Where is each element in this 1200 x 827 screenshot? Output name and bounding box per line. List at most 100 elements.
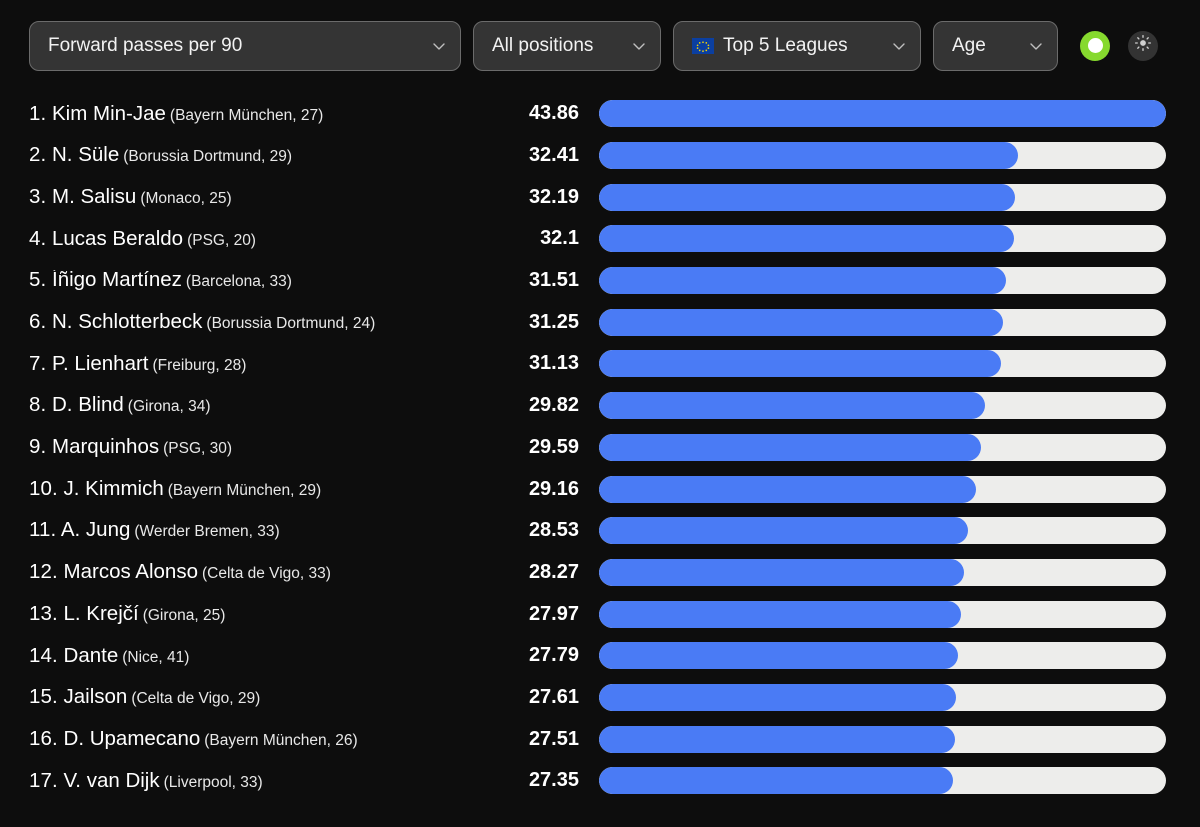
rank-number: 14. <box>29 645 58 667</box>
player-label: 6. N. Schlotterbeck (Borussia Dortmund, 2… <box>29 312 489 333</box>
table-row[interactable]: 15. Jailson (Celta de Vigo, 29) 27.61 <box>29 677 1166 719</box>
bar-track <box>599 100 1166 128</box>
bar-track <box>599 225 1166 253</box>
theme-toggle-button[interactable] <box>1128 30 1158 61</box>
table-row[interactable]: 2. N. Süle (Borussia Dortmund, 29) 32.41 <box>29 135 1166 177</box>
player-label: 3. M. Salisu (Monaco, 25) <box>29 187 489 208</box>
bar-container <box>581 392 1166 420</box>
rank-number: 3. <box>29 186 47 208</box>
bar-container <box>581 350 1166 378</box>
table-row[interactable]: 3. M. Salisu (Monaco, 25) 32.19 <box>29 176 1166 218</box>
rank-number: 12. <box>29 562 58 583</box>
bar-track <box>599 308 1166 336</box>
table-row[interactable]: 6. N. Schlotterbeck (Borussia Dortmund, 2… <box>29 301 1166 343</box>
player-label: 15. Jailson (Celta de Vigo, 29) <box>29 687 489 708</box>
bar-container <box>581 100 1166 128</box>
metric-value: 29.82 <box>528 394 579 417</box>
table-row[interactable]: 4. Lucas Beraldo (PSG, 20) 32.1 <box>29 218 1166 260</box>
player-label: 2. N. Süle (Borussia Dortmund, 29) <box>29 145 489 166</box>
metric-value: 31.51 <box>528 269 579 292</box>
metric-select[interactable]: Forward passes per 90 <box>29 20 461 71</box>
table-row[interactable]: 16. D. Upamecano (Bayern München, 26) 27.5… <box>29 718 1166 760</box>
chevron-down-icon <box>432 39 446 53</box>
bar-track <box>599 142 1166 170</box>
metric-value: 31.25 <box>528 310 579 333</box>
bar-track <box>599 433 1166 461</box>
player-label: 5. Íñigo Martínez (Barcelona, 33) <box>29 270 489 291</box>
bar-track <box>599 642 1166 670</box>
bar-track <box>599 725 1166 753</box>
metric-value: 29.16 <box>528 477 579 500</box>
brightness-sun-icon <box>1134 34 1152 57</box>
table-row[interactable]: 10. J. Kimmich (Bayern München, 29) 29.16 <box>29 468 1166 510</box>
player-team-age: (Borussia Dortmund, 29) <box>123 148 293 166</box>
player-team-age: (Barcelona, 33) <box>185 273 292 291</box>
table-row[interactable]: 14. Dante (Nice, 41) 27.79 <box>29 635 1166 677</box>
league-select[interactable]: Top 5 Leagues <box>673 20 921 71</box>
player-team-age: (Monaco, 25) <box>140 189 232 207</box>
table-row[interactable]: 1. Kim Min-Jae (Bayern München, 27) 43.86 <box>29 93 1166 135</box>
bar-container <box>581 308 1166 336</box>
player-team-age: (PSG, 30) <box>163 440 233 458</box>
metric-value: 43.86 <box>528 102 579 125</box>
player-label: 10. J. Kimmich (Bayern München, 29) <box>29 479 489 500</box>
player-name: L. Krejčí <box>63 603 139 625</box>
player-name: Jailson <box>63 687 128 708</box>
table-row[interactable]: 13. L. Krejčí (Girona, 25) 27.97 <box>29 593 1166 635</box>
league-select-value: Top 5 Leagues <box>723 34 848 56</box>
table-row[interactable]: 11. A. Jung (Werder Bremen, 33) 28.53 <box>29 510 1166 552</box>
metric-value: 27.35 <box>528 769 579 792</box>
player-name: N. Schlotterbeck <box>52 312 203 333</box>
bar-fill <box>599 142 1018 170</box>
rank-number: 7. <box>29 353 47 375</box>
player-label: 7. P. Lienhart (Freiburg, 28) <box>29 354 489 375</box>
player-name: Íñigo Martínez <box>52 270 182 291</box>
chevron-down-icon <box>1029 39 1043 53</box>
bar-fill <box>599 517 968 545</box>
player-name: Marquinhos <box>52 437 160 458</box>
table-row[interactable]: 12. Marcos Alonso (Celta de Vigo, 33) 28.2… <box>29 552 1166 594</box>
table-row[interactable]: 17. V. van Dijk (Liverpool, 33) 27.35 <box>29 760 1166 802</box>
metric-value: 27.97 <box>528 602 579 625</box>
ranking-list: 1. Kim Min-Jae (Bayern München, 27) 43.86 2… <box>0 71 1200 802</box>
bar-container <box>581 642 1166 670</box>
bar-container <box>581 267 1166 295</box>
metric-value: 28.53 <box>528 519 579 542</box>
metric-value: 28.27 <box>528 560 579 583</box>
age-select[interactable]: Age <box>933 20 1058 71</box>
bar-container <box>581 225 1166 253</box>
bar-fill <box>599 600 961 628</box>
player-name: A. Jung <box>60 520 131 541</box>
player-team-age: (PSG, 20) <box>187 231 256 249</box>
bar-track <box>599 558 1166 586</box>
metric-value: 27.61 <box>528 685 579 708</box>
green-toggle[interactable] <box>1080 30 1110 61</box>
bar-container <box>581 767 1166 795</box>
bar-track <box>599 767 1166 795</box>
european-union-flag-icon <box>692 37 714 54</box>
rank-number: 13. <box>29 603 58 625</box>
position-select[interactable]: All positions <box>473 20 661 71</box>
player-label: 14. Dante (Nice, 41) <box>29 646 489 667</box>
rank-number: 8. <box>29 395 47 416</box>
metric-value: 27.79 <box>528 644 579 667</box>
rank-number: 10. <box>29 478 58 500</box>
player-name: Lucas Beraldo <box>52 228 184 250</box>
rank-number: 17. <box>29 770 58 792</box>
table-row[interactable]: 8. D. Blind (Girona, 34) 29.82 <box>29 385 1166 427</box>
table-row[interactable]: 7. P. Lienhart (Freiburg, 28) 31.13 <box>29 343 1166 385</box>
bar-container <box>581 558 1166 586</box>
player-team-age: (Freiburg, 28) <box>152 356 247 374</box>
bar-track <box>599 600 1166 628</box>
leaderboard-app: Forward passes per 90 All positions Top … <box>0 0 1200 827</box>
player-label: 9. Marquinhos (PSG, 30) <box>29 437 489 458</box>
player-team-age: (Liverpool, 33) <box>163 773 263 791</box>
metric-value: 29.59 <box>528 435 579 458</box>
table-row[interactable]: 5. Íñigo Martínez (Barcelona, 33) 31.51 <box>29 260 1166 302</box>
bar-fill <box>599 392 985 420</box>
bar-fill <box>599 475 976 503</box>
table-row[interactable]: 9. Marquinhos (PSG, 30) 29.59 <box>29 427 1166 469</box>
bar-fill <box>599 183 1016 211</box>
bar-fill <box>599 308 1003 336</box>
player-name: V. van Dijk <box>63 770 160 792</box>
